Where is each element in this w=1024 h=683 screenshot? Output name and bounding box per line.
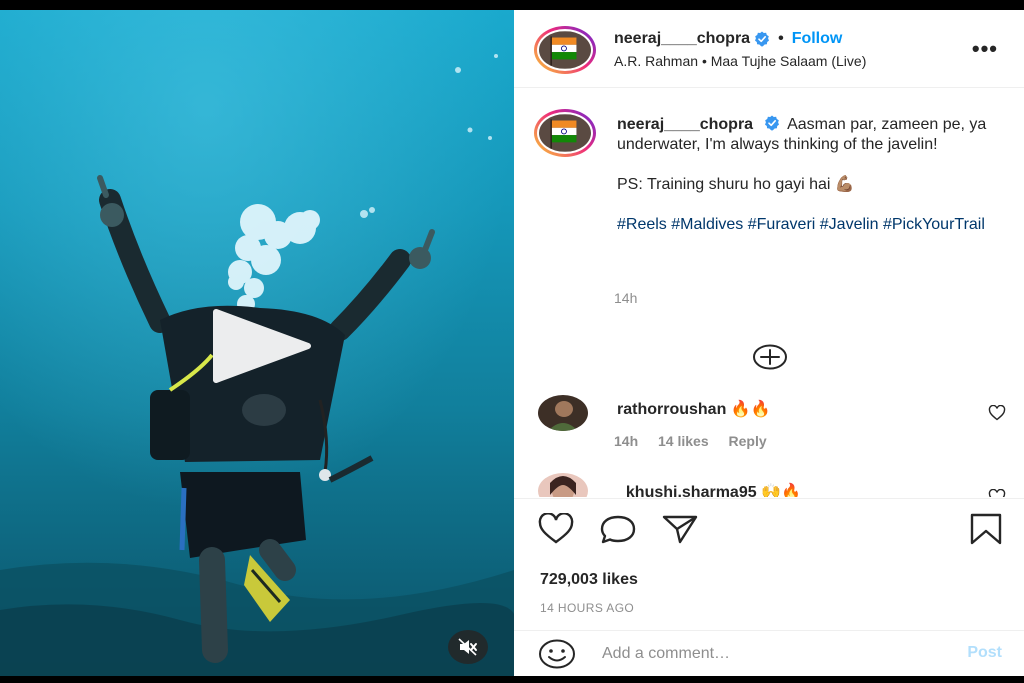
caption-ps-text: PS: Training shuru ho gayi hai 💪🏽 (617, 176, 855, 193)
heart-icon[interactable] (536, 513, 576, 545)
post-details-panel: neeraj____chopra • Follow A.R. Rahman • … (514, 10, 1024, 676)
flag-avatar-image (539, 114, 591, 152)
comment-username[interactable]: rathorroushan (617, 401, 726, 418)
muted-speaker-icon (458, 638, 477, 656)
comment-meta: 14h 14 likes Reply (614, 433, 783, 449)
follow-button[interactable]: Follow (792, 30, 843, 48)
comment-likes[interactable]: 14 likes (658, 433, 709, 449)
more-options-button[interactable]: ••• (972, 38, 998, 60)
caption-timestamp[interactable]: 14h (614, 290, 637, 306)
audio-separator: • (701, 53, 707, 69)
hashtag-link[interactable]: #Javelin (820, 216, 879, 233)
post-time-ago[interactable]: 14 HOURS AGO (540, 601, 634, 615)
audio-track-link[interactable]: Maa Tujhe Salaam (Live) (711, 53, 867, 69)
commenter-avatar[interactable] (538, 395, 588, 431)
comment-time[interactable]: 14h (614, 433, 638, 449)
separator-dot: • (778, 30, 784, 47)
audio-artist-link[interactable]: A.R. Rahman (614, 53, 698, 69)
verified-badge-icon (755, 31, 770, 47)
hashtag-link[interactable]: #Reels (617, 216, 667, 233)
comment-text: 🔥🔥 (730, 401, 771, 418)
post-comment-button[interactable]: Post (967, 644, 1002, 662)
comment-reply-button[interactable]: Reply (729, 433, 767, 449)
comment-username[interactable]: _khushi.sharma95 (617, 484, 757, 497)
comment-icon[interactable] (598, 513, 638, 545)
save-icon[interactable] (966, 513, 1006, 545)
caption-hashtags: #Reels #Maldives #Furaveri #Javelin #Pic… (617, 215, 1012, 235)
post-header: neeraj____chopra • Follow A.R. Rahman • … (514, 10, 1024, 88)
instagram-post-modal: neeraj____chopra • Follow A.R. Rahman • … (0, 10, 1024, 676)
author-avatar[interactable] (534, 26, 596, 74)
like-comment-heart-icon[interactable] (988, 405, 1006, 421)
audio-attribution: A.R. Rahman • Maa Tujhe Salaam (Live) (614, 53, 866, 69)
plus-circle-icon (753, 344, 787, 370)
more-options-icon: ••• (971, 36, 998, 61)
comment-body: rathorroushan 🔥🔥 (617, 399, 771, 419)
smiley-icon[interactable] (538, 639, 576, 669)
hashtag-link[interactable]: #Maldives (671, 216, 743, 233)
likes-count[interactable]: 729,003 likes (540, 571, 638, 589)
add-comment-bar: Post (514, 630, 1024, 676)
like-comment-heart-icon[interactable] (988, 489, 1006, 497)
comment-input[interactable] (602, 641, 932, 667)
flag-avatar-image (539, 31, 591, 69)
author-username[interactable]: neeraj____chopra (614, 30, 750, 48)
mute-toggle-button[interactable] (448, 630, 488, 664)
commenter-avatar[interactable] (538, 473, 588, 497)
comments-list[interactable]: neeraj____chopra Aasman par, zameen pe, … (514, 89, 1024, 497)
share-icon[interactable] (660, 513, 700, 545)
post-actions: 729,003 likes 14 HOURS AGO (514, 498, 1024, 630)
play-icon (213, 309, 311, 383)
caption-username[interactable]: neeraj____chopra (617, 116, 753, 133)
hashtag-link[interactable]: #PickYourTrail (883, 216, 985, 233)
verified-badge-icon (764, 115, 779, 131)
post-video[interactable] (0, 10, 514, 676)
load-more-comments-button[interactable] (752, 344, 788, 370)
caption-author-avatar[interactable] (534, 109, 596, 157)
play-button[interactable] (212, 306, 312, 386)
comment-body: _khushi.sharma95 🙌🔥 (617, 482, 801, 497)
comment-text: 🙌🔥 (761, 484, 801, 497)
author-line: neeraj____chopra • Follow (614, 30, 842, 48)
post-caption: neeraj____chopra Aasman par, zameen pe, … (617, 115, 1012, 235)
hashtag-link[interactable]: #Furaveri (748, 216, 816, 233)
